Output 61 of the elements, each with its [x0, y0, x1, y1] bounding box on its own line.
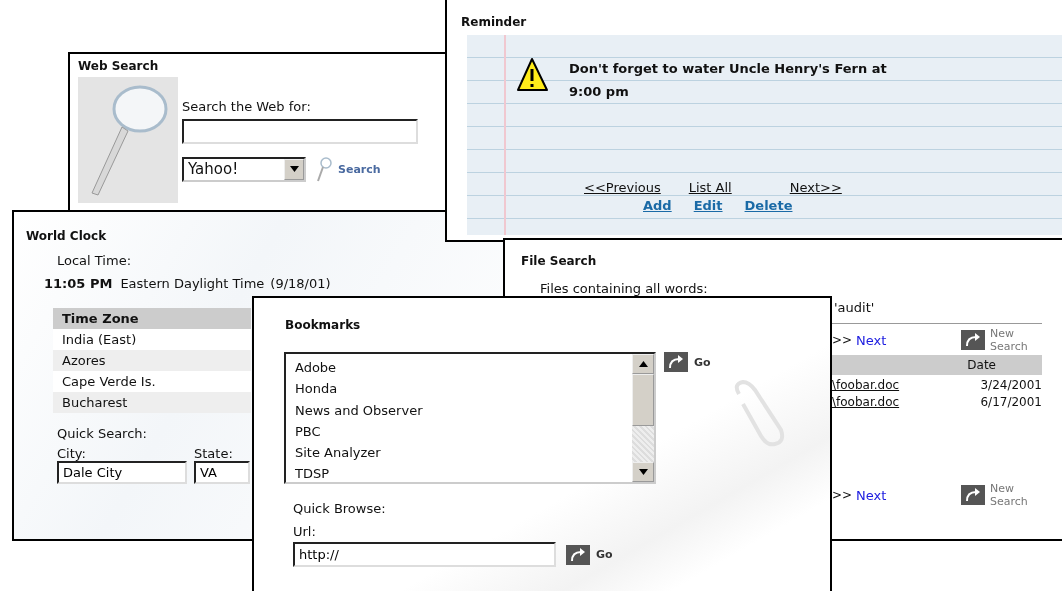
window-title: World Clock: [26, 229, 108, 243]
quick-search-label: Quick Search:: [57, 426, 147, 441]
window-title: Bookmarks: [285, 318, 362, 332]
quick-browse-label: Quick Browse:: [293, 501, 386, 516]
scrollbar[interactable]: [632, 354, 654, 482]
time-zone-row[interactable]: Azores: [53, 350, 251, 371]
up-arrow-icon: [638, 361, 648, 367]
new-search-button[interactable]: New Search: [961, 482, 1042, 508]
action-link[interactable]: Delete: [744, 198, 793, 213]
table-header: Time Zone: [53, 308, 251, 329]
search-link[interactable]: Search: [338, 162, 381, 176]
go-button[interactable]: Go: [566, 544, 613, 565]
time-zone-row[interactable]: Cape Verde Is.: [53, 371, 251, 392]
file-date: 3/24/2001: [980, 378, 1042, 392]
nav-link[interactable]: <<Previous: [584, 180, 661, 195]
action-link[interactable]: Add: [643, 198, 672, 213]
window-title: File Search: [521, 254, 598, 268]
time-zone-name: Eastern Daylight Time: [120, 276, 265, 291]
bookmark-item[interactable]: Adobe: [295, 357, 623, 379]
go-button[interactable]: Go: [664, 352, 711, 372]
table-header: Date: [832, 355, 1042, 375]
engine-dropdown[interactable]: Yahoo!: [182, 156, 306, 182]
nav-link[interactable]: List All: [688, 180, 732, 195]
bookmark-item[interactable]: Site Analyzer: [295, 442, 623, 464]
bookmark-list[interactable]: Adobe Honda News and Observer PBC Site Analyzer TDSP: [284, 352, 656, 484]
bookmark-item[interactable]: PBC: [295, 420, 623, 443]
window-title: Reminder: [461, 15, 528, 29]
local-date: (9/18/01): [270, 276, 331, 291]
local-time: 11:05 PM: [44, 276, 113, 291]
file-date: 6/17/2001: [980, 395, 1042, 409]
file-link[interactable]: \foobar.doc: [832, 378, 900, 392]
warning-icon: [515, 57, 549, 93]
state-label: State:: [194, 446, 233, 461]
search-field[interactable]: [182, 119, 418, 144]
search-prompt: Search the Web for:: [182, 99, 311, 114]
url-label: Url:: [293, 524, 316, 539]
file-link[interactable]: \foobar.doc: [832, 395, 900, 409]
bookmark-item[interactable]: TDSP: [295, 463, 623, 485]
down-arrow-icon: [638, 469, 648, 475]
bookmark-item[interactable]: News and Observer: [295, 399, 623, 421]
city-label: City:: [57, 446, 86, 461]
city-field[interactable]: Dale City: [57, 461, 187, 484]
caret-icon: [289, 166, 299, 172]
url-field[interactable]: http://: [293, 542, 556, 567]
time-zone-row[interactable]: Bucharest: [53, 392, 251, 413]
criteria-value: 'audit': [834, 300, 875, 315]
state-field[interactable]: VA: [194, 461, 250, 484]
window-title: Web Search: [78, 59, 160, 73]
time-zone-row[interactable]: India (East): [53, 329, 251, 350]
reminder-message: Don't forget to water Uncle Henry's Fern at 9:00 pm: [569, 60, 887, 101]
pager-arrows: >>: [832, 333, 853, 347]
pager-arrows: >>: [832, 488, 853, 502]
nav-link[interactable]: Next>>: [789, 180, 842, 195]
next-link[interactable]: Next: [856, 332, 887, 348]
next-link[interactable]: Next: [856, 487, 887, 503]
local-time-label: Local Time:: [57, 253, 132, 268]
search-icon: [316, 156, 332, 182]
action-link[interactable]: Edit: [693, 198, 723, 213]
criteria-label: Files containing all words:: [540, 281, 708, 296]
new-search-button[interactable]: New Search: [961, 327, 1042, 353]
bookmark-item[interactable]: Honda: [295, 378, 623, 400]
